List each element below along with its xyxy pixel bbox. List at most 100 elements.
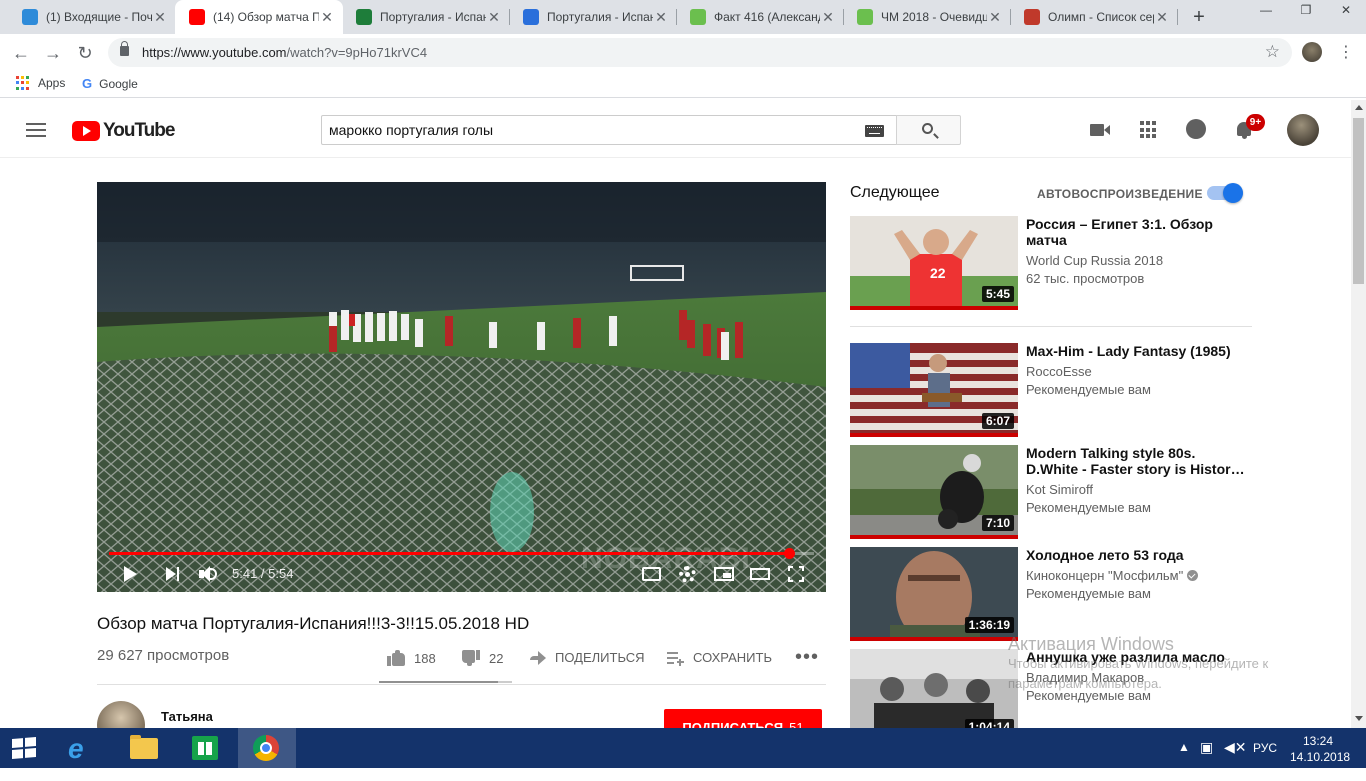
search-button[interactable] — [896, 115, 961, 145]
recommended-meta: 62 тыс. просмотров — [1026, 271, 1145, 286]
recommended-title[interactable]: Холодное лето 53 года — [1026, 547, 1246, 563]
share-button[interactable]: ПОДЕЛИТЬСЯ — [530, 650, 644, 665]
browser-menu-icon[interactable]: ⋮ — [1338, 42, 1354, 62]
tab-close-icon[interactable]: ✕ — [319, 9, 335, 26]
create-video-icon[interactable] — [1090, 119, 1112, 141]
video-thumbnail[interactable]: 1:04:14 — [850, 649, 1018, 728]
progress-scrubber[interactable] — [783, 548, 795, 559]
url-text[interactable]: https://www.youtube.com/watch?v=9pHo71kr… — [142, 45, 427, 60]
store-icon — [192, 736, 218, 760]
volume-icon[interactable] — [197, 564, 219, 584]
tab-close-icon[interactable]: ✕ — [820, 9, 836, 26]
tab-close-icon[interactable]: ✕ — [987, 9, 1003, 26]
recommended-video[interactable]: 6:07 Max-Him - Lady Fantasy (1985) Rocco… — [850, 343, 1252, 437]
new-tab-button[interactable]: + — [1186, 4, 1212, 30]
windows-taskbar: e ▲ ▣ ◀✕ РУС 13:24 14.10.2018 — [0, 728, 1366, 768]
settings-gear-icon[interactable] — [679, 566, 696, 583]
video-thumbnail[interactable]: 6:07 — [850, 343, 1018, 437]
autoplay-toggle[interactable] — [1207, 183, 1243, 203]
start-button[interactable] — [0, 728, 50, 768]
forward-arrow-icon[interactable]: → — [40, 40, 66, 66]
restore-button[interactable]: ❐ — [1286, 0, 1326, 22]
recommended-channel[interactable]: Киноконцерн "Мосфильм" — [1026, 568, 1199, 583]
recommended-video[interactable]: 22 5:45 Россия – Египет 3:1. Обзор матча… — [850, 216, 1252, 310]
search-input[interactable]: марокко португалия голы — [321, 115, 897, 145]
browser-tab[interactable]: Португалия - Испания✕ — [509, 0, 677, 34]
video-thumbnail[interactable]: 7:10 — [850, 445, 1018, 539]
next-video-button[interactable] — [163, 564, 185, 584]
browser-tab[interactable]: Факт 416 (Александр)✕ — [676, 0, 844, 34]
recommended-video[interactable]: 1:36:19 Холодное лето 53 года Киноконцер… — [850, 547, 1252, 641]
video-thumbnail[interactable]: 22 5:45 — [850, 216, 1018, 310]
save-button[interactable]: СОХРАНИТЬ — [667, 650, 772, 666]
scroll-down-icon[interactable] — [1355, 716, 1363, 721]
bookmark-star-icon[interactable]: ☆ — [1265, 42, 1280, 62]
minimize-button[interactable]: — — [1246, 0, 1286, 22]
video-player[interactable]: NOBARABI 5:41 / 5:54 — [97, 182, 826, 592]
user-avatar[interactable] — [1287, 114, 1319, 146]
current-time: 5:41 — [232, 566, 258, 581]
scrollbar-thumb[interactable] — [1353, 118, 1364, 284]
recommended-video[interactable]: 7:10 Modern Talking style 80s. D.White -… — [850, 445, 1252, 539]
save-label: СОХРАНИТЬ — [693, 650, 772, 665]
miniplayer-icon[interactable] — [714, 567, 734, 581]
browser-profile-avatar[interactable] — [1302, 42, 1322, 62]
theater-mode-icon[interactable] — [750, 568, 770, 580]
subtitles-icon[interactable] — [642, 567, 661, 581]
back-arrow-icon[interactable]: ← — [8, 40, 34, 66]
language-indicator[interactable]: РУС — [1253, 741, 1277, 781]
messages-icon[interactable] — [1186, 119, 1208, 141]
tab-close-icon[interactable]: ✕ — [653, 9, 669, 26]
page-scrollbar[interactable] — [1351, 100, 1366, 728]
recommended-meta: Рекомендуемые вам — [1026, 382, 1151, 397]
google-g-icon: G — [82, 76, 93, 91]
tray-overflow-icon[interactable]: ▲ — [1178, 740, 1190, 780]
like-count: 188 — [414, 650, 436, 666]
hamburger-menu-icon[interactable] — [26, 123, 46, 137]
scroll-up-icon[interactable] — [1355, 105, 1363, 110]
verified-check-icon — [1187, 570, 1199, 581]
bookmark-google[interactable]: G Google — [82, 76, 138, 91]
bookmark-apps[interactable]: Apps — [16, 76, 65, 90]
channel-name[interactable]: Татьяна — [161, 709, 213, 724]
recommended-title[interactable]: Max-Him - Lady Fantasy (1985) — [1026, 343, 1246, 359]
dislike-button[interactable]: 22 — [462, 650, 503, 666]
recommended-channel[interactable]: Kot Simiroff — [1026, 482, 1093, 497]
tab-close-icon[interactable]: ✕ — [1154, 9, 1170, 26]
tab-close-icon[interactable]: ✕ — [486, 9, 502, 26]
youtube-apps-icon[interactable] — [1138, 119, 1160, 141]
lock-icon[interactable] — [120, 41, 129, 56]
fullscreen-icon[interactable] — [788, 566, 804, 582]
browser-tab[interactable]: ЧМ 2018 - Очевидцы ✕ — [843, 0, 1011, 34]
more-actions-icon[interactable]: ••• — [795, 647, 819, 667]
like-button[interactable]: 188 — [387, 650, 436, 666]
browser-tab[interactable]: Португалия - Испания✕ — [342, 0, 510, 34]
volume-muted-icon[interactable]: ◀✕ — [1224, 739, 1247, 779]
browser-tab[interactable]: (1) Входящие - Почта✕ — [8, 0, 176, 34]
youtube-masthead: YouTube марокко португалия голы — [0, 100, 1351, 158]
progress-bar[interactable] — [109, 548, 814, 559]
play-button[interactable] — [119, 564, 141, 584]
recommended-channel[interactable]: RoccoEsse — [1026, 364, 1092, 379]
recommended-title[interactable]: Modern Talking style 80s. D.White - Fast… — [1026, 445, 1246, 477]
keyboard-icon[interactable] — [865, 125, 884, 137]
taskbar-store[interactable] — [176, 728, 234, 768]
close-window-button[interactable]: ✕ — [1326, 0, 1366, 22]
browser-tab[interactable]: (14) Обзор матча Португалия✕ — [175, 0, 343, 34]
tab-favicon-icon — [690, 9, 706, 25]
url-host: https://www.youtube.com — [142, 45, 287, 60]
info-divider — [97, 684, 826, 685]
tab-close-icon[interactable]: ✕ — [152, 9, 168, 26]
recommended-channel[interactable]: World Cup Russia 2018 — [1026, 253, 1163, 268]
browser-tab[interactable]: Олимп - Список сериалов✕ — [1010, 0, 1178, 34]
system-clock[interactable]: 13:24 14.10.2018 — [1290, 733, 1350, 765]
youtube-logo[interactable]: YouTube — [72, 120, 175, 142]
taskbar-internet-explorer[interactable]: e — [52, 728, 110, 768]
taskbar-chrome[interactable] — [238, 728, 296, 768]
reload-icon[interactable]: ↻ — [72, 40, 98, 66]
video-thumbnail[interactable]: 1:36:19 — [850, 547, 1018, 641]
address-bar[interactable]: https://www.youtube.com/watch?v=9pHo71kr… — [108, 38, 1292, 67]
taskbar-file-explorer[interactable] — [114, 728, 172, 768]
recommended-title[interactable]: Россия – Египет 3:1. Обзор матча — [1026, 216, 1246, 248]
network-icon[interactable]: ▣ — [1200, 739, 1213, 779]
